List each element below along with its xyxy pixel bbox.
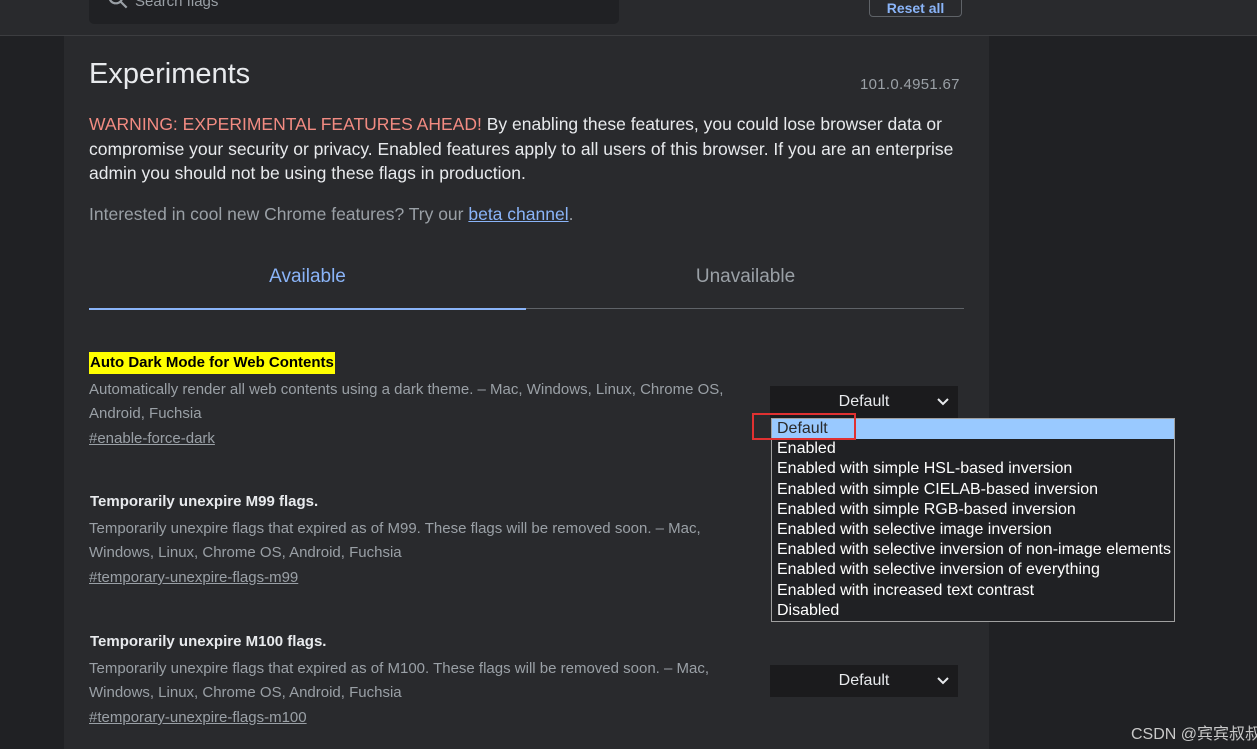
beta-promo: Interested in cool new Chrome features? … [89,204,573,225]
beta-promo-text: Interested in cool new Chrome features? … [89,204,469,224]
dropdown-option[interactable]: Enabled with simple RGB-based inversion [772,500,1174,520]
search-box[interactable]: Search flags [89,0,619,24]
version-number: 101.0.4951.67 [860,76,960,93]
flag-description: Temporarily unexpire flags that expired … [89,660,710,701]
flag-unexpire-m100: Temporarily unexpire M100 flags. Tempora… [89,631,769,729]
dropdown-option[interactable]: Enabled with simple HSL-based inversion [772,459,1174,479]
flag-title: Auto Dark Mode for Web Contents [89,352,335,374]
chevron-down-icon [937,398,949,406]
warning-strong: WARNING: EXPERIMENTAL FEATURES AHEAD! [89,114,482,134]
tab-unavailable[interactable]: Unavailable [527,252,964,308]
flag-link[interactable]: #temporary-unexpire-flags-m99 [89,567,298,589]
select-value: Default [838,393,890,410]
annotation-highlight-box [752,413,856,440]
watermark: CSDN @宾宾叔叔 [1131,726,1257,743]
flag-title: Temporarily unexpire M99 flags. [90,493,319,510]
experiments-panel: Experiments 101.0.4951.67 WARNING: EXPER… [64,36,989,749]
page-title: Experiments [89,58,251,90]
flag-link[interactable]: #enable-force-dark [89,428,215,450]
flag-description: Temporarily unexpire flags that expired … [89,520,701,561]
flag-description: Automatically render all web contents us… [89,381,724,422]
flag-enable-force-dark: Auto Dark Mode for Web Contents Automati… [89,352,769,450]
search-input[interactable]: Search flags [135,0,218,10]
search-icon [108,0,128,9]
top-bar: Search flags Reset all [0,0,1257,36]
dropdown-option[interactable]: Enabled [772,439,1174,459]
select-dropdown-list[interactable]: Default Enabled Enabled with simple HSL-… [771,418,1175,622]
flag-select-unexpire-m100[interactable]: Default [770,665,958,697]
flag-link[interactable]: #temporary-unexpire-flags-m100 [89,707,307,729]
dropdown-option[interactable]: Disabled [772,601,1174,621]
chevron-down-icon [937,677,949,685]
flag-title: Temporarily unexpire M100 flags. [90,633,327,650]
dropdown-option[interactable]: Enabled with increased text contrast [772,581,1174,601]
select-value: Default [838,672,890,689]
dropdown-option[interactable]: Enabled with selective image inversion [772,520,1174,540]
dropdown-option[interactable]: Enabled with simple CIELAB-based inversi… [772,480,1174,500]
dropdown-option[interactable]: Enabled with selective inversion of non-… [772,540,1174,560]
tab-bar: Available Unavailable [89,252,964,310]
beta-promo-end: . [568,204,574,224]
reset-all-button[interactable]: Reset all [869,0,962,17]
beta-channel-link[interactable]: beta channel [468,204,568,224]
tab-available[interactable]: Available [89,252,526,310]
flag-unexpire-m99: Temporarily unexpire M99 flags. Temporar… [89,491,769,589]
warning-message: WARNING: EXPERIMENTAL FEATURES AHEAD! By… [89,112,969,186]
dropdown-option[interactable]: Enabled with selective inversion of ever… [772,560,1174,580]
